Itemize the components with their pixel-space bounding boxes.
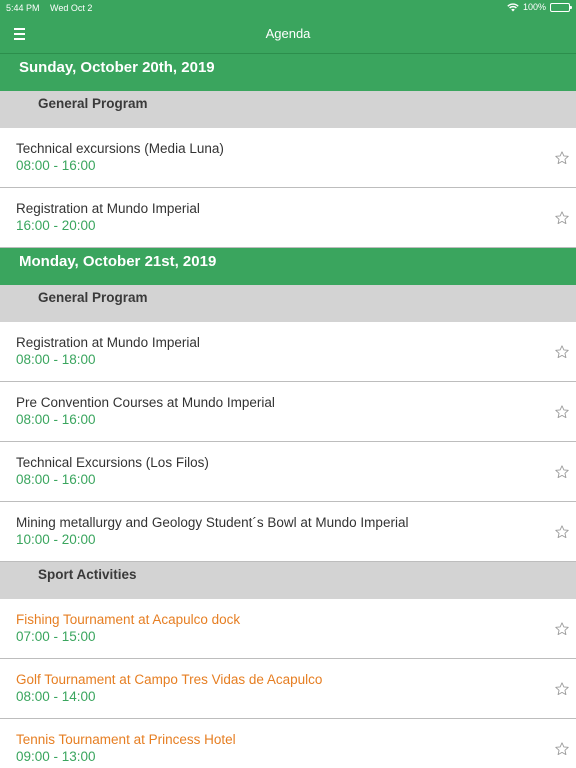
agenda-item-title: Mining metallurgy and Geology Student´s … (16, 515, 409, 530)
agenda-item[interactable]: Registration at Mundo Imperial 16:00 - 2… (0, 188, 576, 248)
agenda-item-time: 08:00 - 16:00 (16, 158, 96, 173)
agenda-item-title: Registration at Mundo Imperial (16, 335, 200, 350)
nav-bar: Agenda (0, 16, 576, 53)
agenda-item-time: 09:00 - 13:00 (16, 749, 96, 764)
status-time: 5:44 PM (6, 3, 40, 13)
agenda-item[interactable]: Tennis Tournament at Princess Hotel 09:0… (0, 719, 576, 768)
status-bar: 5:44 PM Wed Oct 2 100% (0, 0, 576, 16)
agenda-item[interactable]: Pre Convention Courses at Mundo Imperial… (0, 382, 576, 442)
star-outline-icon[interactable] (554, 621, 570, 637)
agenda-item[interactable]: Technical Excursions (Los Filos) 08:00 -… (0, 442, 576, 502)
star-outline-icon[interactable] (554, 524, 570, 540)
agenda-item-title: Golf Tournament at Campo Tres Vidas de A… (16, 672, 323, 687)
agenda-item-title: Tennis Tournament at Princess Hotel (16, 732, 236, 747)
agenda-item-time: 10:00 - 20:00 (16, 532, 96, 547)
agenda-item-time: 08:00 - 18:00 (16, 352, 96, 367)
star-outline-icon[interactable] (554, 150, 570, 166)
day-header: Sunday, October 20th, 2019 (0, 54, 576, 91)
day-header: Monday, October 21st, 2019 (0, 248, 576, 285)
agenda-item-time: 08:00 - 14:00 (16, 689, 96, 704)
star-outline-icon[interactable] (554, 404, 570, 420)
agenda-item-title: Fishing Tournament at Acapulco dock (16, 612, 241, 627)
agenda-item-time: 08:00 - 16:00 (16, 472, 96, 487)
agenda-item[interactable]: Mining metallurgy and Geology Student´s … (0, 502, 576, 562)
star-outline-icon[interactable] (554, 741, 570, 757)
group-header: Sport Activities (0, 562, 576, 599)
battery-icon (550, 2, 572, 12)
agenda-item-title: Pre Convention Courses at Mundo Imperial (16, 395, 275, 410)
star-outline-icon[interactable] (554, 681, 570, 697)
agenda-item-title: Technical excursions (Media Luna) (16, 141, 224, 156)
group-header: General Program (0, 285, 576, 322)
agenda-list[interactable]: Sunday, October 20th, 2019 General Progr… (0, 53, 576, 768)
star-outline-icon[interactable] (554, 344, 570, 360)
agenda-item[interactable]: Technical excursions (Media Luna) 08:00 … (0, 128, 576, 188)
star-outline-icon[interactable] (554, 464, 570, 480)
agenda-item[interactable]: Registration at Mundo Imperial 08:00 - 1… (0, 322, 576, 382)
status-date: Wed Oct 2 (50, 3, 93, 13)
battery-percent: 100% (522, 2, 546, 12)
agenda-item-title: Technical Excursions (Los Filos) (16, 455, 209, 470)
agenda-item[interactable]: Fishing Tournament at Acapulco dock 07:0… (0, 599, 576, 659)
wifi-icon (507, 2, 519, 11)
star-outline-icon[interactable] (554, 210, 570, 226)
status-right: 100% (507, 2, 572, 12)
agenda-item-title: Registration at Mundo Imperial (16, 201, 200, 216)
agenda-item[interactable]: Golf Tournament at Campo Tres Vidas de A… (0, 659, 576, 719)
agenda-item-time: 07:00 - 15:00 (16, 629, 96, 644)
agenda-item-time: 16:00 - 20:00 (16, 218, 96, 233)
agenda-item-time: 08:00 - 16:00 (16, 412, 96, 427)
page-title: Agenda (265, 26, 311, 41)
group-header: General Program (0, 91, 576, 128)
